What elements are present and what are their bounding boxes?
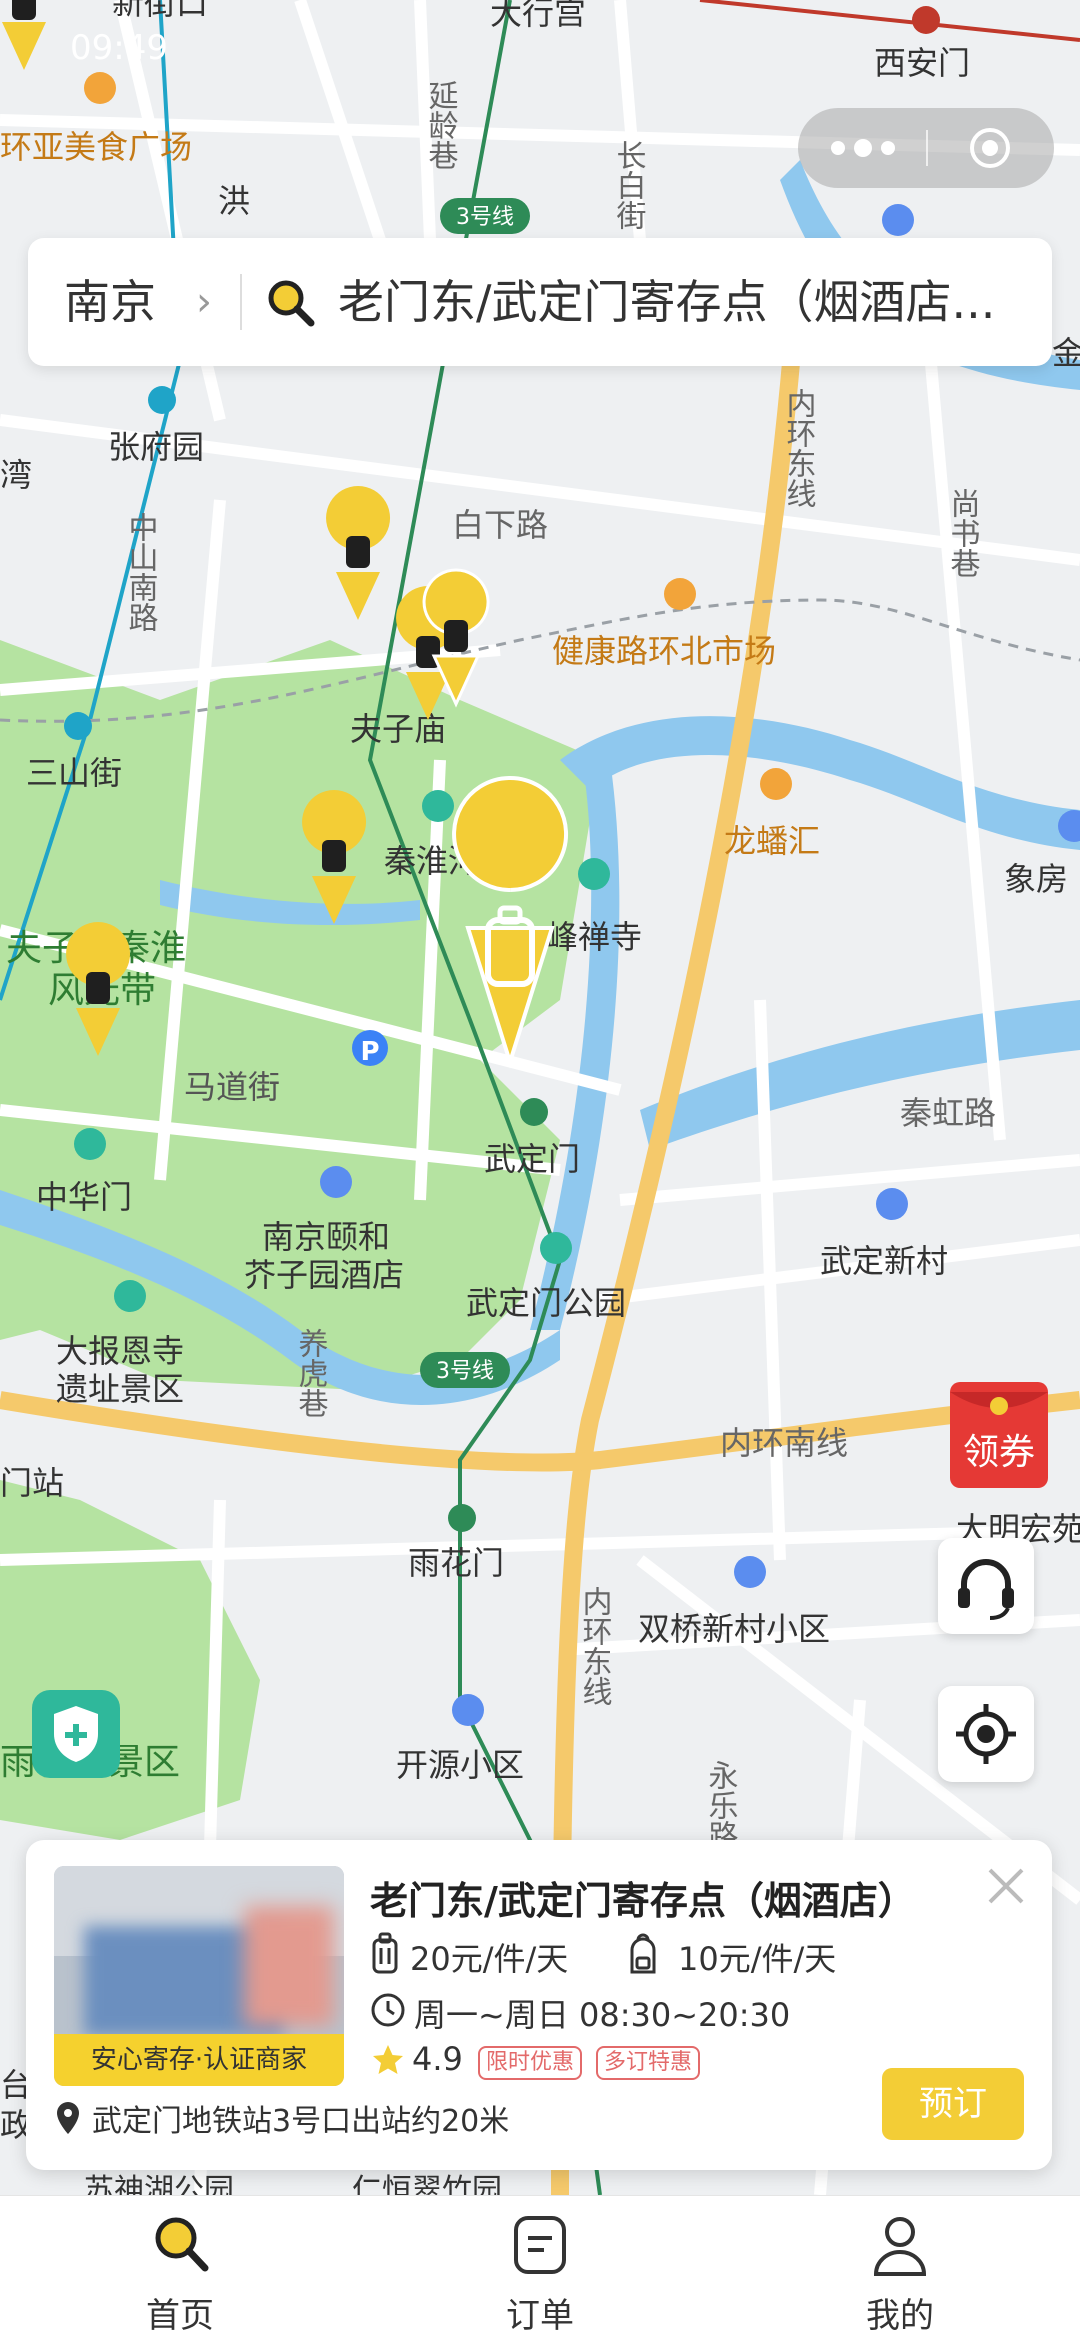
orders-icon bbox=[514, 2216, 566, 2274]
store-location: 武定门地铁站3号口出站约20米 bbox=[92, 2104, 510, 2139]
location-pin-icon bbox=[57, 2102, 79, 2134]
label-longpanhui: 龙蟠汇 bbox=[724, 822, 820, 860]
label-kaiyuan: 开源小区 bbox=[396, 1746, 524, 1784]
label-fengchansi: 峰禅寺 bbox=[546, 918, 642, 956]
coupon-label: 领券 bbox=[963, 1432, 1035, 1473]
tab-label: 我的 bbox=[866, 2296, 934, 2336]
label-xiangfang: 象房 bbox=[1004, 860, 1068, 898]
headset-icon bbox=[958, 1559, 1014, 1620]
promo-tag: 多订特惠 bbox=[596, 2046, 701, 2080]
metro-badge-3-top: 3号线 bbox=[440, 198, 530, 234]
locate-icon bbox=[956, 1704, 1016, 1764]
label-renhe: 仁恒翠竹园 bbox=[352, 2173, 502, 2195]
label-yonglelu: 永乐路 bbox=[703, 1760, 738, 1850]
status-time: 09:49 bbox=[70, 28, 168, 68]
label-zhongshannanlu: 中山南路 bbox=[123, 512, 158, 632]
metro-badge-label: 3号线 bbox=[456, 205, 514, 230]
certified-badge: 安心寄存·认证商家 bbox=[54, 2034, 344, 2086]
opening-hours: 周一~周日 08:30~20:30 bbox=[414, 1996, 791, 2034]
customer-service-button[interactable] bbox=[938, 1538, 1034, 1634]
search-bar: 南京 › 老门东/武定门寄存点（烟酒店... bbox=[28, 238, 1052, 366]
tab-orders[interactable]: 订单 bbox=[440, 2196, 640, 2341]
star-icon bbox=[373, 2045, 403, 2074]
label-qinhonglu: 秦虹路 bbox=[900, 1094, 996, 1132]
miniapp-capsule[interactable] bbox=[798, 108, 1054, 188]
tab-label: 首页 bbox=[146, 2296, 214, 2336]
capsule-divider bbox=[926, 130, 928, 166]
tab-label: 订单 bbox=[506, 2296, 574, 2336]
label-yizhi: 遗址景区 bbox=[56, 1370, 184, 1408]
suitcase-icon bbox=[372, 1932, 398, 1974]
bottom-tab-bar: 首页 订单 我的 bbox=[0, 2195, 1080, 2341]
label-jin: 金 bbox=[1052, 334, 1080, 372]
label-yiheliang: 南京颐和 bbox=[262, 1218, 390, 1256]
price-backpack: 10元/件/天 bbox=[678, 1940, 837, 1978]
label-menzhan: 门站 bbox=[0, 1464, 64, 1502]
search-icon bbox=[268, 280, 315, 327]
label-yuhuamen: 雨花门 bbox=[408, 1544, 504, 1582]
close-icon[interactable] bbox=[984, 1864, 1028, 1908]
metro-badge-label: 3号线 bbox=[436, 1359, 494, 1384]
label-wudingmen-park: 武定门公园 bbox=[466, 1284, 626, 1322]
label-shangshuxiang: 尚书巷 bbox=[945, 488, 981, 578]
price-luggage: 20元/件/天 bbox=[410, 1940, 569, 1978]
label-neihuannanxian: 内环南线 bbox=[720, 1424, 848, 1462]
svg-text:P: P bbox=[360, 1037, 379, 1067]
safety-shield-button[interactable] bbox=[32, 1690, 120, 1778]
book-button[interactable]: 预订 bbox=[882, 2068, 1024, 2140]
coupon-button[interactable]: 领券 bbox=[946, 1374, 1058, 1492]
search-icon bbox=[155, 2217, 209, 2272]
label-neihuandongxian-bottom: 内环东线 bbox=[577, 1586, 612, 1706]
label-jiankang: 健康路环北市场 bbox=[552, 632, 776, 670]
label-madaojie: 马道街 bbox=[184, 1068, 280, 1106]
label-zhonghuamen: 中华门 bbox=[36, 1178, 132, 1216]
clock-icon bbox=[371, 1993, 405, 2027]
search-input[interactable]: 老门东/武定门寄存点（烟酒店... bbox=[338, 238, 1038, 366]
label-shuangqiao: 双桥新村小区 bbox=[638, 1610, 830, 1648]
city-selector[interactable]: 南京 bbox=[64, 238, 156, 366]
label-wan: 湾 bbox=[0, 456, 32, 494]
store-photo: 安心寄存·认证商家 bbox=[54, 1866, 344, 2086]
rating-value: 4.9 bbox=[412, 2040, 463, 2078]
status-bar: 09:49 bbox=[0, 0, 1080, 90]
locate-button[interactable] bbox=[938, 1686, 1034, 1782]
label-baixialu: 白下路 bbox=[452, 506, 548, 544]
label-hong: 洪 bbox=[218, 182, 250, 220]
label-chenghu: 苏神湖公园 bbox=[84, 2173, 234, 2195]
label-changbaijie: 长白街 bbox=[611, 140, 647, 230]
user-icon bbox=[873, 2217, 927, 2276]
chevron-right-icon[interactable]: › bbox=[196, 282, 218, 322]
label-dabaoen: 大报恩寺 bbox=[56, 1332, 184, 1370]
shield-icon bbox=[54, 1706, 98, 1762]
tab-home[interactable]: 首页 bbox=[80, 2196, 280, 2341]
label-zhangfuyuan: 张府园 bbox=[108, 428, 204, 466]
backpack-icon bbox=[630, 1933, 656, 1974]
label-neihuandongxian-top: 内环东线 bbox=[781, 388, 816, 508]
tab-profile[interactable]: 我的 bbox=[800, 2196, 1000, 2341]
more-icon[interactable] bbox=[828, 130, 898, 166]
label-huanya: 环亚美食广场 bbox=[0, 128, 192, 166]
search-divider bbox=[240, 274, 242, 330]
label-yanghuxiang: 养虎巷 bbox=[293, 1328, 329, 1418]
label-sanshanjie: 三山街 bbox=[26, 754, 122, 792]
store-title: 老门东/武定门寄存点（烟酒店） bbox=[370, 1879, 916, 1923]
close-miniapp-icon[interactable] bbox=[968, 126, 1012, 170]
metro-badge-3-bottom: 3号线 bbox=[420, 1352, 510, 1388]
label-wudingmen: 武定门 bbox=[484, 1140, 580, 1178]
storage-detail-card[interactable]: 安心寄存·认证商家 老门东/武定门寄存点（烟酒店） 20元/件/天 10元/件/… bbox=[26, 1840, 1052, 2170]
label-jieziyuan: 芥子园酒店 bbox=[244, 1256, 404, 1294]
label-yanlingxiang: 延龄巷 bbox=[423, 80, 459, 170]
label-wudingxincun: 武定新村 bbox=[820, 1242, 948, 1280]
promo-tag: 限时优惠 bbox=[478, 2046, 583, 2080]
label-fuzimiao: 夫子庙 bbox=[350, 710, 446, 748]
red-envelope-icon: 领券 bbox=[950, 1382, 1048, 1488]
